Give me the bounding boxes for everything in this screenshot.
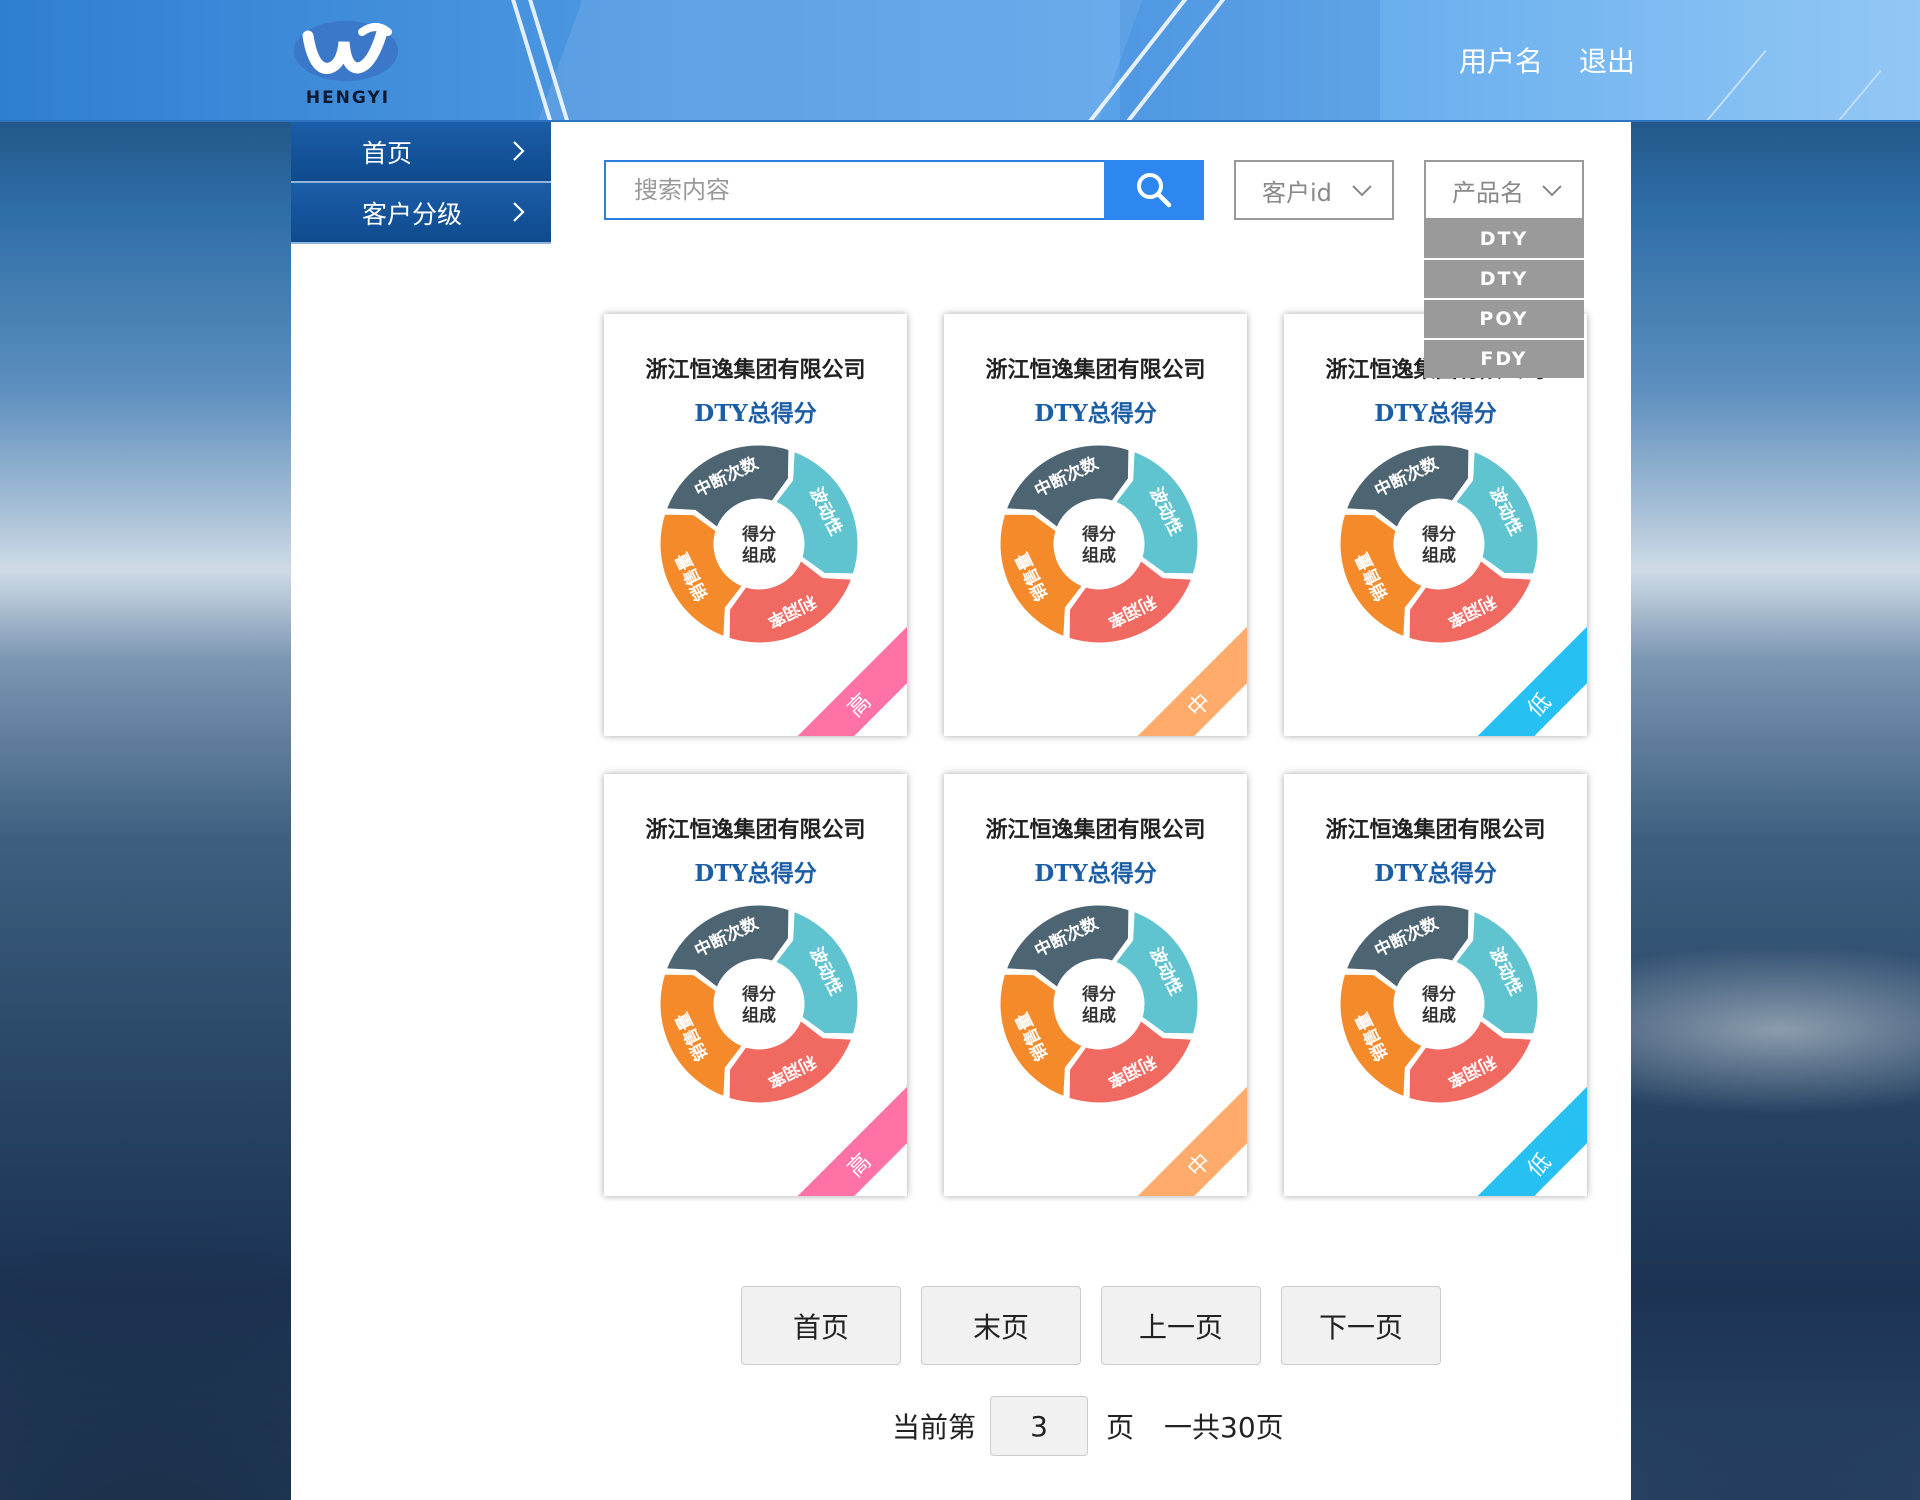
customer-id-select-label: 客户id [1262, 178, 1332, 207]
score-title: DTY总得分 [1374, 400, 1497, 427]
search-icon [1137, 173, 1172, 208]
company-name: 浙江恒逸集团有限公司 [1325, 817, 1546, 843]
dropdown-option[interactable]: DTY [1424, 220, 1584, 258]
header-decor-stripe [1712, 70, 1882, 120]
score-title: DTY总得分 [1374, 860, 1497, 887]
sidebar-item-home[interactable]: 首页 [291, 122, 551, 183]
donut-center-label: 得分 [1421, 984, 1456, 1005]
user-area: 用户名 退出 [1459, 40, 1635, 80]
donut-center-label: 组成 [1422, 1005, 1456, 1026]
company-name: 浙江恒逸集团有限公司 [985, 357, 1206, 383]
donut-center-label: 组成 [742, 545, 776, 566]
score-title: DTY总得分 [694, 400, 817, 427]
dropdown-option[interactable]: FDY [1424, 340, 1584, 378]
donut-center-label: 得分 [741, 984, 776, 1005]
chevron-down-icon [1542, 185, 1562, 197]
level-badge: 中 [1183, 689, 1217, 723]
donut-center-label: 得分 [1081, 984, 1116, 1005]
level-badge: 高 [843, 689, 877, 723]
donut-center-label: 得分 [1421, 524, 1456, 545]
donut-center-label: 组成 [1422, 545, 1456, 566]
donut-center-label: 得分 [741, 524, 776, 545]
header-decor-panel [1120, 0, 1380, 120]
company-name: 浙江恒逸集团有限公司 [985, 817, 1206, 843]
donut-center-label: 组成 [1082, 1005, 1116, 1026]
chevron-right-icon [513, 202, 525, 222]
product-dropdown-menu: DTY DTY POY FDY [1424, 220, 1584, 380]
next-page-button[interactable]: 下一页 [1281, 1286, 1441, 1365]
score-composition-donut: 得分 组成 中断次数波动性利润率销售量 [1337, 902, 1541, 1106]
customer-card[interactable]: 浙江恒逸集团有限公司 DTY总得分 得分 组成 中断次数波动性利润率销售量 低 [1284, 774, 1587, 1196]
customer-card[interactable]: 浙江恒逸集团有限公司 DTY总得分 得分 组成 中断次数 波动性 利润率 销售量 中 [944, 314, 1247, 736]
username-link[interactable]: 用户名 [1459, 40, 1543, 80]
chevron-right-icon [513, 141, 525, 161]
dropdown-option[interactable]: POY [1424, 300, 1584, 338]
first-page-button[interactable]: 首页 [741, 1286, 901, 1365]
sidebar: 首页 客户分级 [291, 122, 551, 1500]
score-title: DTY总得分 [694, 860, 817, 887]
donut-center-label: 组成 [1082, 545, 1116, 566]
level-badge: 低 [1523, 1149, 1557, 1183]
last-page-button[interactable]: 末页 [921, 1286, 1081, 1365]
current-page-prefix: 当前第 [892, 1411, 977, 1444]
score-composition-donut: 得分 组成 中断次数波动性利润率销售量 [1337, 442, 1541, 646]
sidebar-item-label: 客户分级 [362, 199, 463, 229]
dropdown-option[interactable]: DTY [1424, 260, 1584, 298]
header-decor-panel [537, 0, 1143, 120]
logout-button[interactable]: 退出 [1579, 40, 1635, 80]
score-title: DTY总得分 [1034, 860, 1157, 887]
donut-center-label: 得分 [1081, 524, 1116, 545]
search-bar [604, 160, 1204, 220]
logo-text: HENGYI [305, 88, 391, 108]
prev-page-button[interactable]: 上一页 [1101, 1286, 1261, 1365]
customer-card[interactable]: 浙江恒逸集团有限公司 DTY总得分 得分 组成 中断次数 波动性 利润率 销售量 高 [604, 774, 907, 1196]
page-indicator: 当前第 页 一共30页 [892, 1396, 1284, 1456]
logo-mark-icon [294, 21, 398, 81]
sidebar-item-label: 首页 [362, 138, 413, 168]
score-composition-donut: 得分 组成 中断次数波动性利润率销售量 [657, 442, 861, 646]
company-name: 浙江恒逸集团有限公司 [645, 357, 866, 383]
current-page-suffix: 页 [1106, 1411, 1135, 1444]
level-badge: 低 [1523, 689, 1557, 723]
level-badge: 中 [1183, 1149, 1217, 1183]
hengyi-logo: HENGYI [288, 14, 408, 108]
product-select-label: 产品名 [1452, 178, 1524, 207]
customer-card[interactable]: 浙江恒逸集团有限公司 DTY总得分 得分 组成 中断次数 波动性 利润率 销售量 中 [944, 774, 1247, 1196]
customer-card[interactable]: 浙江恒逸集团有限公司 DTY总得分 得分 组成 中断次数 波动性 利润率 销售量 高 [604, 314, 907, 736]
donut-center-label: 组成 [742, 1005, 776, 1026]
chevron-down-icon [1352, 185, 1372, 197]
total-pages-text: 一共30页 [1164, 1411, 1284, 1444]
score-composition-donut: 得分 组成 中断次数波动性利润率销售量 [997, 442, 1201, 646]
score-composition-donut: 得分 组成 中断次数波动性利润率销售量 [657, 902, 861, 1106]
search-button[interactable] [1104, 160, 1204, 220]
level-badge: 高 [843, 1149, 877, 1183]
sidebar-item-customer-grading[interactable]: 客户分级 [291, 183, 551, 244]
customer-id-select[interactable]: 客户id [1234, 160, 1394, 220]
product-select[interactable]: 产品名 [1424, 160, 1584, 220]
current-page-input[interactable] [990, 1396, 1089, 1456]
score-title: DTY总得分 [1034, 400, 1157, 427]
company-name: 浙江恒逸集团有限公司 [645, 817, 866, 843]
search-input[interactable] [606, 162, 1104, 218]
top-header: HENGYI 用户名 退出 [0, 0, 1920, 122]
score-composition-donut: 得分 组成 中断次数波动性利润率销售量 [997, 902, 1201, 1106]
